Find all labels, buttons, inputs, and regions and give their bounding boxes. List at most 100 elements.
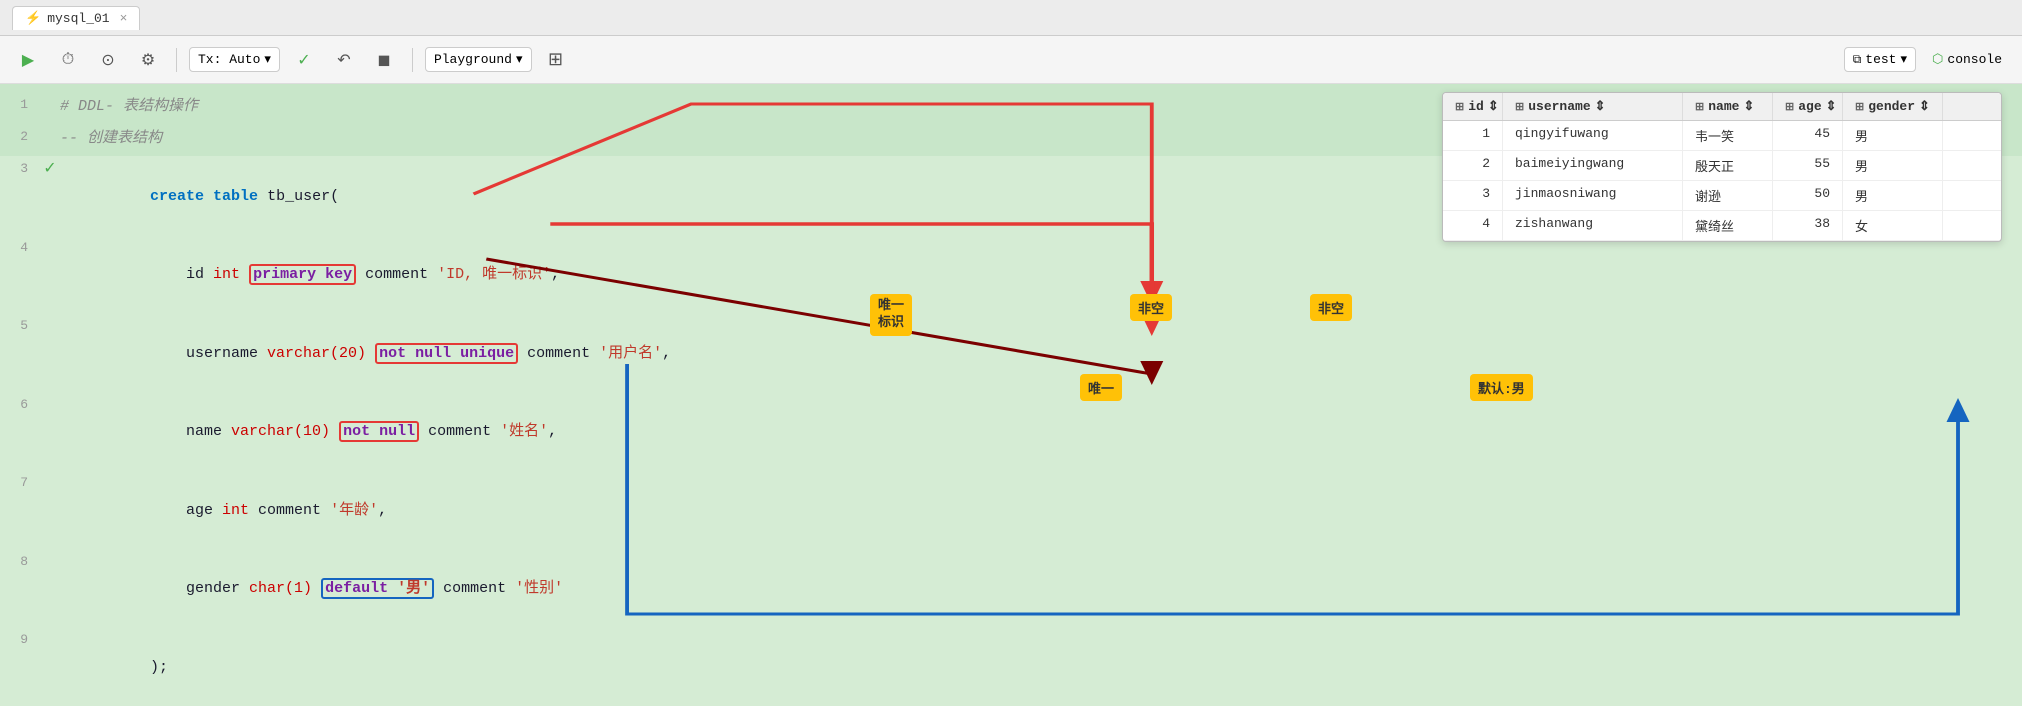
stop-button[interactable]: ◼ bbox=[368, 44, 400, 76]
label-not-null-1: 非空 bbox=[1130, 294, 1172, 321]
th-icon-gender: ⊞ bbox=[1855, 100, 1864, 114]
history-button[interactable]: ⏱ bbox=[52, 44, 84, 76]
line-indicator-3: ✓ bbox=[40, 156, 60, 183]
pin-button[interactable]: ⊙ bbox=[92, 44, 124, 76]
td-username-1: qingyifuwang bbox=[1503, 121, 1683, 150]
th-name: ⊞ name ⇕ bbox=[1683, 93, 1773, 120]
th-gender-label: gender bbox=[1868, 99, 1915, 114]
th-id-sort[interactable]: ⇕ bbox=[1488, 99, 1499, 114]
code-line-6: 6 name varchar(10) not null comment '姓名'… bbox=[0, 392, 2022, 471]
line-num-5: 5 bbox=[0, 313, 40, 337]
td-age-1: 45 bbox=[1773, 121, 1843, 150]
td-age-2: 55 bbox=[1773, 151, 1843, 180]
playground-dropdown[interactable]: Playground ▾ bbox=[425, 47, 532, 72]
th-username: ⊞ username ⇕ bbox=[1503, 93, 1683, 120]
th-name-label: name bbox=[1708, 99, 1739, 114]
grid-button[interactable]: ⊞ bbox=[540, 44, 572, 76]
table-row: 4 zishanwang 黛绮丝 38 女 bbox=[1443, 211, 2001, 241]
line-num-7: 7 bbox=[0, 470, 40, 494]
tab-close[interactable]: × bbox=[120, 11, 128, 26]
console-icon: ⬡ bbox=[1932, 52, 1943, 67]
td-id-1: 1 bbox=[1443, 121, 1503, 150]
code-line-9: 9 ); bbox=[0, 627, 2022, 706]
check-button[interactable]: ✓ bbox=[288, 44, 320, 76]
th-age-label: age bbox=[1798, 99, 1821, 114]
td-id-4: 4 bbox=[1443, 211, 1503, 240]
th-age-sort[interactable]: ⇕ bbox=[1826, 99, 1837, 114]
tx-dropdown[interactable]: Tx: Auto ▾ bbox=[189, 47, 280, 72]
tab-bar: ⚡ mysql_01 × bbox=[0, 0, 2022, 36]
th-icon-id: ⊞ bbox=[1455, 100, 1464, 114]
line-content-7: age int comment '年龄', bbox=[60, 470, 2022, 549]
line-num-4: 4 bbox=[0, 235, 40, 259]
label-unique-1: 唯一 bbox=[1080, 374, 1122, 401]
tx-chevron: ▾ bbox=[264, 52, 271, 67]
result-table: ⊞ id ⇕ ⊞ username ⇕ ⊞ name ⇕ ⊞ age ⇕ ⊞ g bbox=[1442, 92, 2002, 242]
main-area: 1 # DDL- 表结构操作 2 -- 创建表结构 3 ✓ create tab… bbox=[0, 84, 2022, 617]
line-num-1: 1 bbox=[0, 92, 40, 116]
td-gender-1: 男 bbox=[1843, 121, 1943, 150]
test-chevron: ▾ bbox=[1901, 52, 1908, 67]
check-icon: ✓ bbox=[43, 156, 56, 183]
line-num-8: 8 bbox=[0, 549, 40, 573]
th-icon-username: ⊞ bbox=[1515, 100, 1524, 114]
td-gender-4: 女 bbox=[1843, 211, 1943, 240]
settings-button[interactable]: ⚙ bbox=[132, 44, 164, 76]
th-gender: ⊞ gender ⇕ bbox=[1843, 93, 1943, 120]
td-gender-2: 男 bbox=[1843, 151, 1943, 180]
table-row: 2 baimeiyingwang 殷天正 55 男 bbox=[1443, 151, 2001, 181]
not-null-highlight: not null bbox=[339, 421, 419, 442]
line-num-2: 2 bbox=[0, 124, 40, 148]
code-line-7: 7 age int comment '年龄', bbox=[0, 470, 2022, 549]
not-null-unique-highlight: not null unique bbox=[375, 343, 518, 364]
toolbar: ▶ ⏱ ⊙ ⚙ Tx: Auto ▾ ✓ ↶ ◼ Playground ▾ ⊞ … bbox=[0, 36, 2022, 84]
td-age-3: 50 bbox=[1773, 181, 1843, 210]
th-icon-name: ⊞ bbox=[1695, 100, 1704, 114]
code-line-5: 5 username varchar(20) not null unique c… bbox=[0, 313, 2022, 392]
tab-label: mysql_01 bbox=[47, 11, 109, 26]
label-unique-id: 唯一标识 bbox=[870, 294, 912, 336]
td-age-4: 38 bbox=[1773, 211, 1843, 240]
line-content-6: name varchar(10) not null comment '姓名', bbox=[60, 392, 2022, 471]
tab-mysql01[interactable]: ⚡ mysql_01 × bbox=[12, 6, 140, 30]
th-gender-sort[interactable]: ⇕ bbox=[1919, 99, 1930, 114]
th-name-sort[interactable]: ⇕ bbox=[1743, 99, 1754, 114]
td-name-2: 殷天正 bbox=[1683, 151, 1773, 180]
td-username-2: baimeiyingwang bbox=[1503, 151, 1683, 180]
td-username-3: jinmaosniwang bbox=[1503, 181, 1683, 210]
table-row: 3 jinmaosniwang 谢逊 50 男 bbox=[1443, 181, 2001, 211]
td-name-3: 谢逊 bbox=[1683, 181, 1773, 210]
line-content-8: gender char(1) default '男' comment '性别' bbox=[60, 549, 2022, 628]
line-content-4: id int primary key comment 'ID, 唯一标识', bbox=[60, 235, 2022, 314]
table-row: 1 qingyifuwang 韦一笑 45 男 bbox=[1443, 121, 2001, 151]
th-age: ⊞ age ⇕ bbox=[1773, 93, 1843, 120]
th-id: ⊞ id ⇕ bbox=[1443, 93, 1503, 120]
undo-button[interactable]: ↶ bbox=[328, 44, 360, 76]
th-id-label: id bbox=[1468, 99, 1484, 114]
label-default-male: 默认:男 bbox=[1470, 374, 1533, 401]
separator-2 bbox=[412, 48, 413, 72]
td-id-3: 3 bbox=[1443, 181, 1503, 210]
console-label: console bbox=[1947, 52, 2002, 67]
tab-db-icon: ⚡ bbox=[25, 11, 41, 26]
td-id-2: 2 bbox=[1443, 151, 1503, 180]
td-name-1: 韦一笑 bbox=[1683, 121, 1773, 150]
th-icon-age: ⊞ bbox=[1785, 100, 1794, 114]
code-line-4: 4 id int primary key comment 'ID, 唯一标识', bbox=[0, 235, 2022, 314]
console-button[interactable]: ⬡ console bbox=[1924, 48, 2010, 71]
th-username-label: username bbox=[1528, 99, 1590, 114]
td-name-4: 黛绮丝 bbox=[1683, 211, 1773, 240]
play-button[interactable]: ▶ bbox=[12, 44, 44, 76]
td-username-4: zishanwang bbox=[1503, 211, 1683, 240]
table-header: ⊞ id ⇕ ⊞ username ⇕ ⊞ name ⇕ ⊞ age ⇕ ⊞ g bbox=[1443, 93, 2001, 121]
tx-label: Tx: Auto bbox=[198, 52, 260, 67]
th-username-sort[interactable]: ⇕ bbox=[1595, 99, 1606, 114]
default-highlight: default '男' bbox=[321, 578, 434, 599]
line-content-5: username varchar(20) not null unique com… bbox=[60, 313, 2022, 392]
test-dropdown[interactable]: ⧉ test ▾ bbox=[1844, 47, 1916, 72]
separator-1 bbox=[176, 48, 177, 72]
primary-key-highlight: primary key bbox=[249, 264, 356, 285]
label-not-null-2: 非空 bbox=[1310, 294, 1352, 321]
line-num-9: 9 bbox=[0, 627, 40, 651]
window-icon: ⧉ bbox=[1853, 53, 1862, 67]
